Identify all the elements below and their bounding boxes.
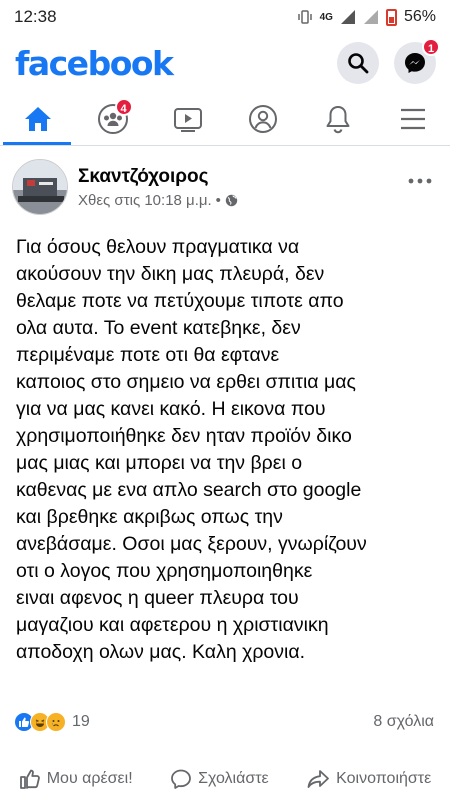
menu-icon [400, 108, 425, 129]
author-name[interactable]: Σκαντζόχοιρος [78, 166, 438, 188]
share-button[interactable]: Κοινοποιήστε [306, 768, 431, 790]
like-label: Μου αρέσει! [46, 770, 133, 787]
post-timestamp[interactable]: Χθες στις 10:18 μ.μ. [78, 192, 212, 209]
post-text: Για όσους θελουν πραγματικα να ακούσουν … [16, 236, 367, 663]
globe-icon [225, 194, 238, 206]
search-icon [348, 53, 369, 74]
reactions-summary: 19 8 σχόλια [14, 707, 434, 737]
battery-icon [385, 8, 397, 26]
tab-bar: 4 [0, 92, 450, 146]
header-actions: 1 [337, 38, 440, 84]
profile-icon [248, 104, 277, 133]
reaction-count: 19 [72, 713, 90, 730]
post-header: Σκαντζόχοιρος Χθες στις 10:18 μ.μ. • [0, 146, 450, 216]
thumbs-up-icon [19, 769, 40, 789]
status-time: 12:38 [14, 7, 57, 26]
tab-menu[interactable] [381, 92, 445, 146]
status-bar: 12:38 4G 56% [0, 0, 450, 34]
tab-watch[interactable] [156, 92, 220, 146]
vibrate-icon [297, 10, 312, 24]
post-options-button[interactable] [408, 168, 432, 189]
tab-home[interactable] [6, 92, 70, 146]
share-icon [307, 770, 330, 788]
author-block: Σκαντζόχοιρος Χθες στις 10:18 μ.μ. • [78, 166, 438, 209]
messenger-badge: 1 [422, 38, 440, 56]
like-button[interactable]: Μου αρέσει! [19, 768, 133, 790]
network-type: 4G [319, 11, 333, 23]
home-icon [24, 106, 51, 131]
messenger-icon [405, 53, 425, 73]
comments-count-link[interactable]: 8 σχόλια [373, 713, 434, 731]
more-options-icon [408, 178, 432, 184]
status-icons: 4G 56% [297, 8, 436, 26]
signal-icon-2 [363, 10, 378, 24]
tab-notifications[interactable] [306, 92, 370, 146]
author-avatar[interactable] [12, 159, 68, 215]
active-tab-indicator [3, 142, 71, 145]
post-actions: Μου αρέσει! Σχολιάστε Κοινοποιήστε [0, 762, 450, 796]
tab-groups[interactable]: 4 [81, 92, 145, 146]
app-header: facebook 1 [0, 34, 450, 92]
share-label: Κοινοποιήστε [336, 770, 432, 787]
tab-profile[interactable] [231, 92, 295, 146]
post-meta: Χθες στις 10:18 μ.μ. • [78, 192, 438, 209]
groups-badge: 4 [114, 97, 133, 116]
bell-icon [326, 105, 349, 133]
meta-separator: • [215, 191, 221, 209]
comment-label: Σχολιάστε [198, 770, 269, 787]
battery-level: 56% [403, 8, 436, 25]
messenger-button[interactable]: 1 [394, 38, 440, 84]
search-button[interactable] [337, 42, 379, 84]
comment-icon [171, 769, 191, 789]
video-icon [173, 107, 202, 132]
facebook-logo[interactable]: facebook [15, 44, 174, 83]
reaction-summary-button[interactable]: 19 [14, 712, 90, 732]
sad-reaction-icon [46, 712, 66, 732]
comment-button[interactable]: Σχολιάστε [170, 768, 269, 790]
signal-icon [340, 10, 355, 24]
